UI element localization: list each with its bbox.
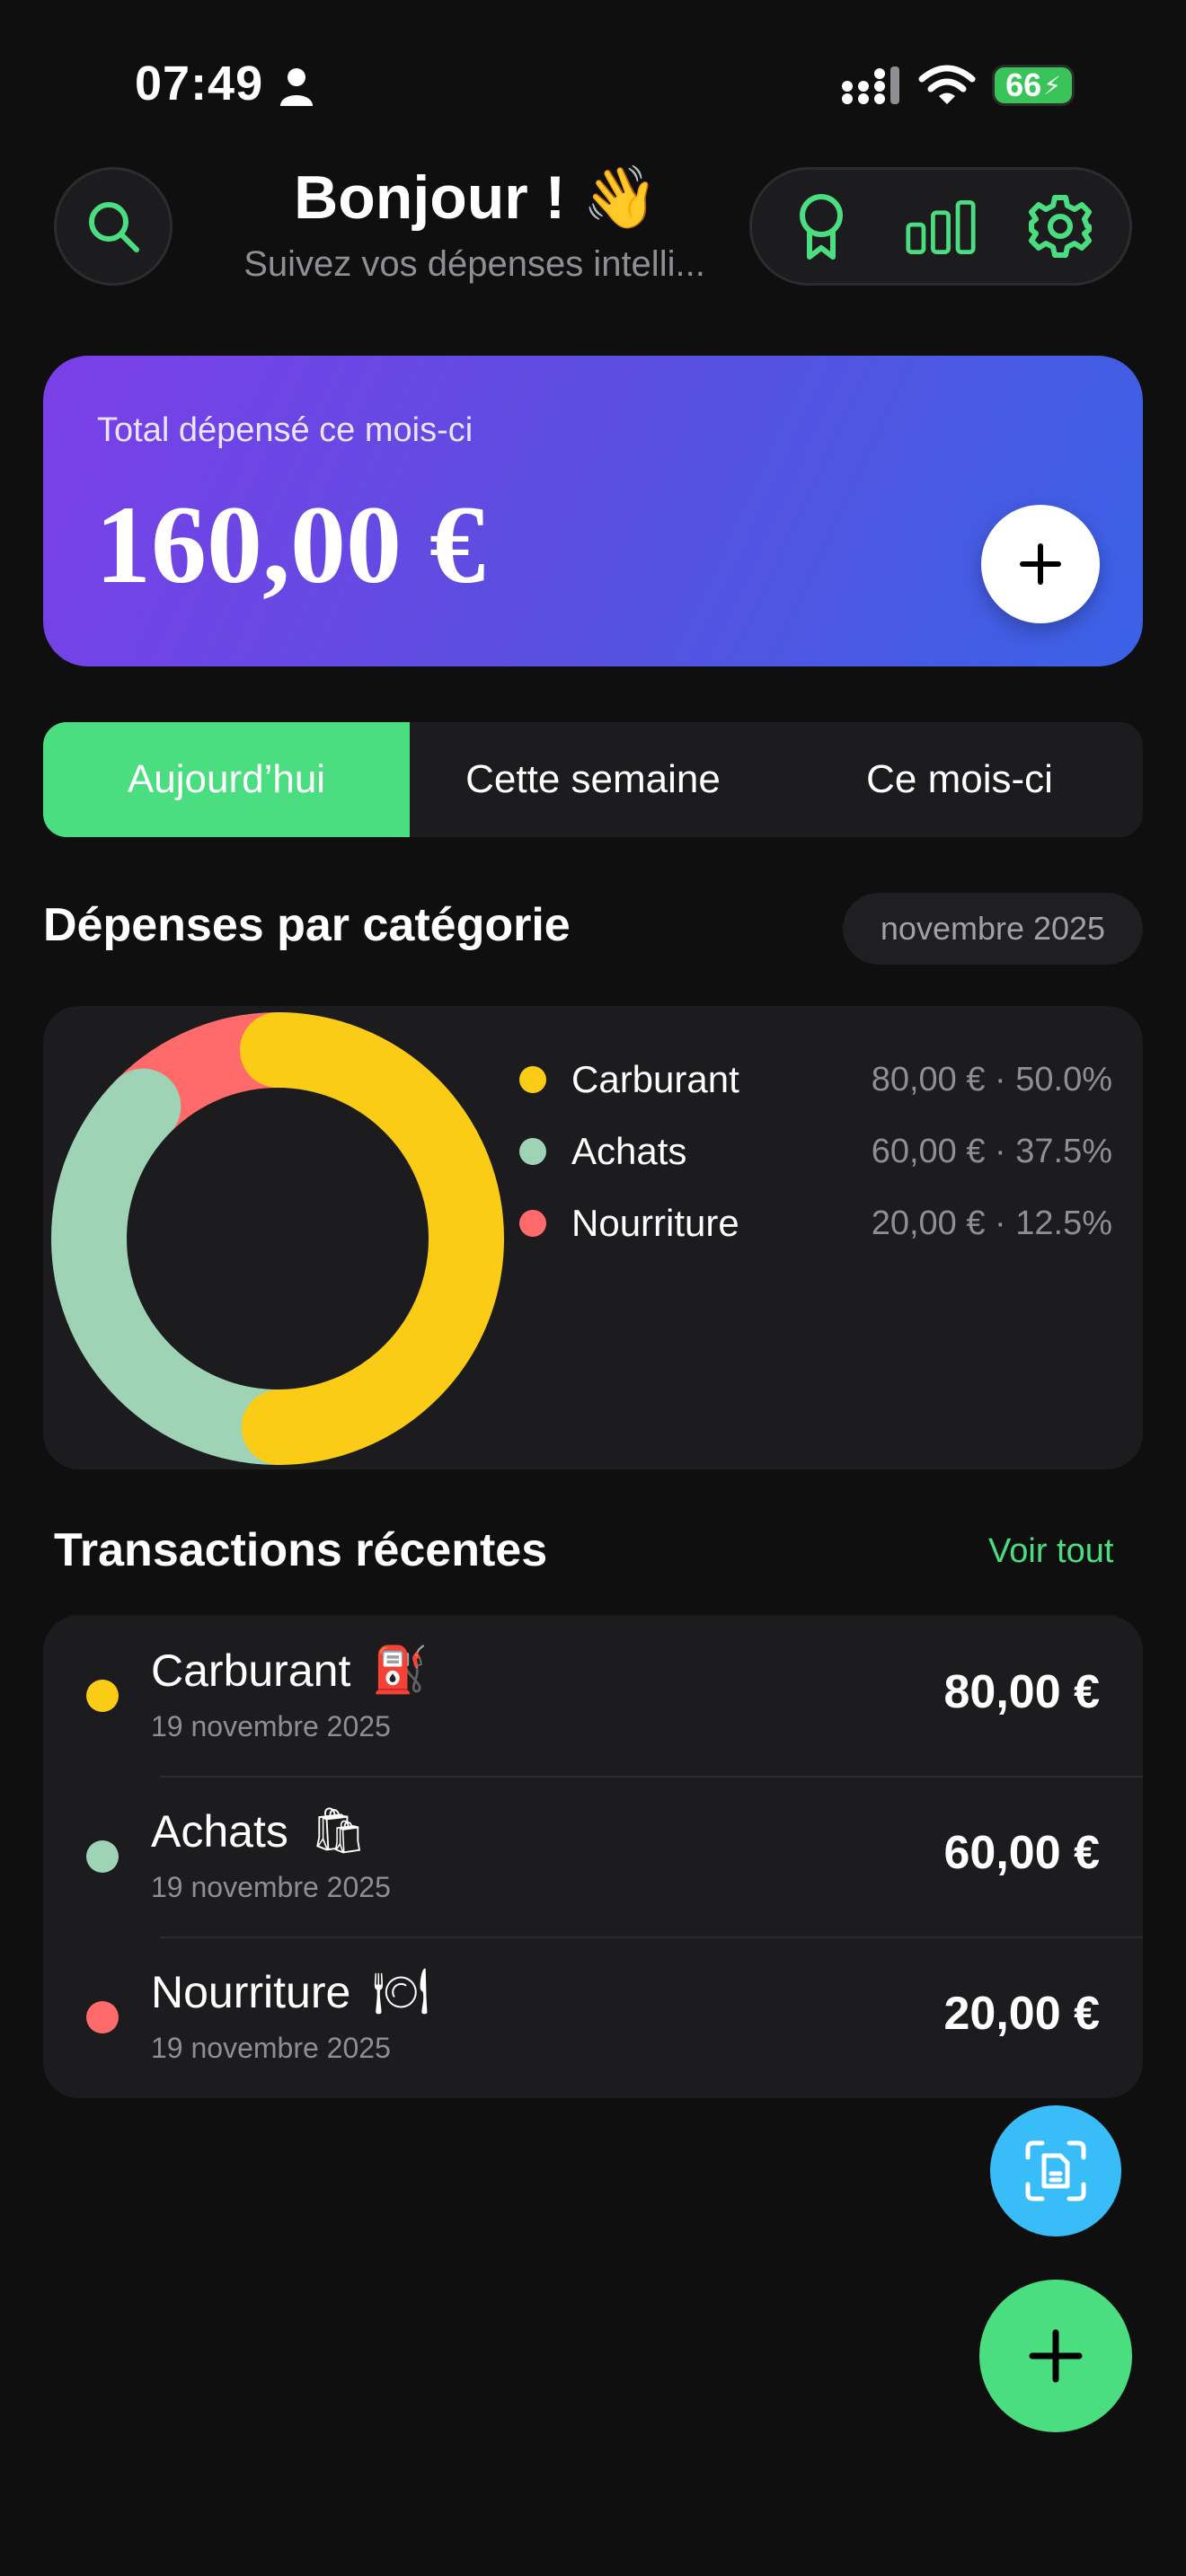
- legend-color-dot: [519, 1138, 546, 1165]
- category-color-dot: [86, 1840, 119, 1873]
- total-label: Total dépensé ce mois-ci: [97, 411, 474, 449]
- chart-legend: Carburant 80,00 € · 50.0% Achats 60,00 € · …: [519, 1044, 1112, 1259]
- legend-label: Achats: [571, 1130, 687, 1172]
- legend-color-dot: [519, 1066, 546, 1093]
- award-ribbon-icon: [799, 194, 843, 260]
- category-emoji-icon: ⛽: [372, 1644, 429, 1696]
- bar-chart-icon: [906, 199, 976, 254]
- month-selector[interactable]: novembre 2025: [843, 893, 1143, 965]
- period-selector: Aujourd’hui Cette semaine Ce mois-ci: [43, 722, 1143, 837]
- gear-icon: [1029, 195, 1093, 258]
- status-time: 07:49: [135, 57, 264, 110]
- search-icon: [89, 202, 139, 252]
- transaction-name-wrap: Achats 🛍: [151, 1804, 367, 1857]
- transaction-category: Nourriture: [151, 1966, 351, 2017]
- transaction-date: 19 novembre 2025: [151, 1710, 391, 1742]
- plus-icon: [1020, 543, 1061, 585]
- transaction-amount: 60,00 €: [943, 1827, 1101, 1879]
- legend-value: 80,00 € · 50.0%: [871, 1060, 1112, 1098]
- legend-label: Carburant: [571, 1058, 739, 1100]
- category-emoji-icon: 🍽: [372, 1965, 429, 2017]
- transaction-date: 19 novembre 2025: [151, 2032, 391, 2064]
- settings-button[interactable]: [1024, 190, 1096, 262]
- header-toolbar: [749, 167, 1132, 286]
- scan-document-icon: [1025, 2140, 1086, 2201]
- search-button[interactable]: [54, 167, 173, 286]
- battery-level: 66: [1005, 66, 1042, 103]
- transactions-title: Transactions récentes: [54, 1524, 548, 1576]
- donut-chart: [51, 1012, 504, 1465]
- transaction-category: Carburant: [151, 1645, 351, 1696]
- transaction-row[interactable]: Achats 🛍 19 novembre 2025 60,00 €: [43, 1776, 1143, 1936]
- wifi-icon: [918, 65, 976, 104]
- category-chart-card: Carburant 80,00 € · 50.0% Achats 60,00 € · …: [43, 1006, 1143, 1469]
- person-icon: [280, 68, 313, 106]
- legend-item: Carburant 80,00 € · 50.0%: [519, 1044, 1112, 1116]
- total-amount: 160,00 €: [95, 483, 485, 606]
- battery-charging-icon: 66 ⚡: [992, 65, 1075, 106]
- transaction-row[interactable]: Nourriture 🍽 19 novembre 2025 20,00 €: [43, 1936, 1143, 2097]
- transaction-amount: 80,00 €: [943, 1666, 1101, 1718]
- transaction-row[interactable]: Carburant ⛽ 19 novembre 2025 80,00 €: [43, 1615, 1143, 1776]
- category-color-dot: [86, 1680, 119, 1712]
- category-emoji-icon: 🛍: [309, 1804, 367, 1857]
- categories-title: Dépenses par catégorie: [43, 899, 571, 951]
- legend-value: 60,00 € · 37.5%: [871, 1132, 1112, 1170]
- plus-icon: [1029, 2329, 1083, 2383]
- floating-add-button[interactable]: [979, 2280, 1132, 2432]
- signal-icon: [842, 66, 899, 104]
- tab-today[interactable]: Aujourd’hui: [43, 722, 410, 837]
- legend-item: Nourriture 20,00 € · 12.5%: [519, 1187, 1112, 1259]
- monthly-total-card: Total dépensé ce mois-ci 160,00 €: [43, 356, 1143, 666]
- transaction-name-wrap: Carburant ⛽: [151, 1644, 429, 1697]
- scan-receipt-button[interactable]: [990, 2105, 1121, 2236]
- add-expense-button[interactable]: [981, 505, 1100, 623]
- legend-item: Achats 60,00 € · 37.5%: [519, 1116, 1112, 1187]
- statistics-button[interactable]: [905, 190, 977, 262]
- see-all-link[interactable]: Voir tout: [988, 1532, 1113, 1571]
- tab-this-week[interactable]: Cette semaine: [410, 722, 776, 837]
- greeting-subtitle: Suivez vos dépenses intelli...: [243, 244, 705, 284]
- greeting-title: Bonjour ! 👋: [294, 163, 659, 232]
- transaction-name-wrap: Nourriture 🍽: [151, 1965, 429, 2018]
- tab-this-month[interactable]: Ce mois-ci: [776, 722, 1143, 837]
- transaction-category: Achats: [151, 1805, 288, 1857]
- transactions-list: Carburant ⛽ 19 novembre 2025 80,00 € Achats 🛍…: [43, 1615, 1143, 2098]
- legend-color-dot: [519, 1210, 546, 1237]
- transaction-amount: 20,00 €: [943, 1988, 1101, 2040]
- achievements-button[interactable]: [785, 190, 857, 262]
- category-color-dot: [86, 2001, 119, 2033]
- legend-label: Nourriture: [571, 1202, 739, 1244]
- legend-value: 20,00 € · 12.5%: [871, 1204, 1112, 1242]
- transaction-date: 19 novembre 2025: [151, 1871, 391, 1903]
